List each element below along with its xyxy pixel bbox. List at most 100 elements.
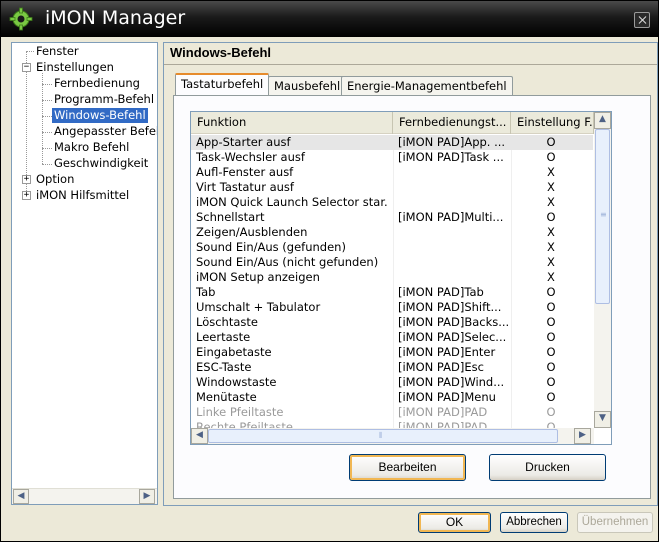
tree-item-option[interactable]: Option bbox=[36, 172, 74, 187]
tree-guide-line bbox=[26, 51, 34, 52]
scroll-thumb[interactable]: ⦀ bbox=[208, 429, 558, 443]
list-item[interactable]: Virt Tastatur ausf X bbox=[191, 180, 593, 195]
command-listview[interactable]: Funktion Fernbedienungst... Einstellung … bbox=[190, 111, 612, 445]
einstellung-cell: O bbox=[546, 150, 556, 164]
gear-app-icon bbox=[9, 7, 33, 31]
list-vertical-scrollbar[interactable]: ▲ ≡ ▼ bbox=[594, 112, 611, 428]
tree-guide-line bbox=[42, 164, 52, 165]
column-header-fernbedienungstaste[interactable]: Fernbedienungst... bbox=[393, 112, 511, 134]
funktion-cell: Task-Wechsler ausf bbox=[196, 150, 305, 164]
tree-guide-line bbox=[42, 132, 52, 133]
funktion-cell: ESC-Taste bbox=[196, 360, 252, 374]
list-item[interactable]: Aufl-Fenster ausf X bbox=[191, 165, 593, 180]
fernbedienungstaste-cell: [iMON PAD]Multi... bbox=[398, 210, 504, 224]
expand-icon[interactable]: + bbox=[22, 175, 31, 184]
grip-icon: ≡ bbox=[600, 210, 607, 219]
tree-item-imon-hilfsmittel[interactable]: iMON Hilfsmittel bbox=[36, 188, 129, 203]
tree-item-geschwindigkeit[interactable]: Geschwindigkeit bbox=[54, 156, 148, 171]
list-item[interactable]: Eingabetaste [iMON PAD]Enter O bbox=[191, 345, 593, 360]
fernbedienungstaste-cell bbox=[398, 240, 508, 255]
tree-guide-line bbox=[42, 116, 52, 117]
windows-befehl-panel: Windows-Befehl Tastaturbefehl Mausbefehl… bbox=[163, 42, 658, 506]
fernbedienungstaste-cell: [iMON PAD]Selec... bbox=[398, 330, 507, 344]
tree-guide-line bbox=[42, 100, 52, 101]
funktion-cell: iMON Setup anzeigen bbox=[196, 270, 320, 284]
drucken-button[interactable]: Drucken bbox=[489, 454, 606, 481]
tree-horizontal-scrollbar[interactable]: ◀ ▶ bbox=[12, 488, 157, 504]
einstellung-cell: O bbox=[546, 390, 556, 404]
list-item[interactable]: iMON Quick Launch Selector star... X bbox=[191, 195, 593, 210]
ok-button[interactable]: OK bbox=[418, 512, 491, 533]
list-item[interactable]: Task-Wechsler ausf [iMON PAD]Task ... O bbox=[191, 150, 593, 165]
column-header-funktion[interactable]: Funktion bbox=[191, 112, 393, 134]
list-header: Funktion Fernbedienungst... Einstellung … bbox=[191, 112, 594, 134]
funktion-cell: Aufl-Fenster ausf bbox=[196, 165, 294, 179]
einstellung-cell: X bbox=[547, 255, 555, 269]
einstellung-cell: X bbox=[547, 270, 555, 284]
fernbedienungstaste-cell bbox=[398, 165, 508, 180]
tree-item-einstellungen[interactable]: Einstellungen bbox=[36, 60, 114, 75]
einstellung-cell: O bbox=[546, 285, 556, 299]
fernbedienungstaste-cell: [iMON PAD]Backs... bbox=[398, 315, 508, 329]
list-item[interactable]: iMON Setup anzeigen X bbox=[191, 270, 593, 285]
einstellung-cell: X bbox=[547, 225, 555, 239]
title-bar[interactable]: iMON Manager bbox=[1, 1, 658, 37]
einstellung-cell: O bbox=[546, 375, 556, 389]
list-item[interactable]: Löschtaste [iMON PAD]Backs... O bbox=[191, 315, 593, 330]
einstellung-cell: O bbox=[546, 360, 556, 374]
tree-item-fenster[interactable]: Fenster bbox=[36, 44, 79, 59]
list-horizontal-scrollbar[interactable]: ◀ ⦀ ▶ bbox=[191, 428, 594, 444]
fernbedienungstaste-cell: [iMON PAD]App. ... bbox=[398, 135, 506, 149]
funktion-cell: Virt Tastatur ausf bbox=[196, 180, 294, 194]
fernbedienungstaste-cell bbox=[398, 195, 508, 210]
list-item[interactable]: Windowstaste [iMON PAD]Wind... O bbox=[191, 375, 593, 390]
list-item[interactable]: Leertaste [iMON PAD]Selec... O bbox=[191, 330, 593, 345]
list-item[interactable]: Tab [iMON PAD]Tab O bbox=[191, 285, 593, 300]
tab-tastaturbefehl[interactable]: Tastaturbefehl bbox=[175, 73, 270, 95]
einstellung-cell: O bbox=[546, 330, 556, 344]
tree-item-fernbedienung[interactable]: Fernbedienung bbox=[54, 76, 140, 91]
list-item[interactable]: App-Starter ausf [iMON PAD]App. ... O bbox=[191, 135, 593, 150]
scroll-right-icon[interactable]: ▶ bbox=[139, 489, 155, 504]
funktion-cell: Eingabetaste bbox=[196, 345, 272, 359]
list-item[interactable]: Sound Ein/Aus (gefunden) X bbox=[191, 240, 593, 255]
scroll-right-icon[interactable]: ▶ bbox=[574, 428, 591, 444]
list-item[interactable]: Zeigen/Ausblenden X bbox=[191, 225, 593, 240]
scroll-down-icon[interactable]: ▼ bbox=[594, 411, 611, 428]
list-item[interactable]: Menütaste [iMON PAD]Menu O bbox=[191, 390, 593, 405]
scroll-thumb[interactable]: ≡ bbox=[595, 129, 610, 304]
tab-content: Funktion Fernbedienungst... Einstellung … bbox=[173, 95, 651, 499]
expand-icon[interactable]: + bbox=[22, 191, 31, 200]
einstellung-cell: X bbox=[547, 195, 555, 209]
tree-item-angepasster-befehl[interactable]: Angepasster Befeh bbox=[54, 124, 157, 139]
imon-manager-window: iMON Manager Fenster − Einstellungen Fer… bbox=[0, 0, 659, 542]
scroll-up-icon[interactable]: ▲ bbox=[594, 112, 611, 129]
close-icon[interactable] bbox=[634, 12, 650, 28]
fernbedienungstaste-cell: [iMON PAD]Task ... bbox=[398, 150, 504, 164]
tree-guide-line bbox=[42, 148, 52, 149]
list-item[interactable]: Linke Pfeiltaste [iMON PAD]PAD O bbox=[191, 405, 593, 420]
scroll-left-icon[interactable]: ◀ bbox=[191, 428, 208, 444]
tree-item-programm-befehl[interactable]: Programm-Befehl bbox=[54, 92, 154, 107]
grip-icon: ⦀ bbox=[379, 431, 383, 440]
collapse-icon[interactable]: − bbox=[22, 63, 31, 72]
list-item[interactable]: Schnellstart [iMON PAD]Multi... O bbox=[191, 210, 593, 225]
list-item[interactable]: Umschalt + Tabulator [iMON PAD]Shift... O bbox=[191, 300, 593, 315]
abbrechen-button[interactable]: Abbrechen bbox=[500, 512, 568, 533]
list-item[interactable]: ESC-Taste [iMON PAD]Esc O bbox=[191, 360, 593, 375]
tree-item-makro-befehl[interactable]: Makro Befehl bbox=[54, 140, 129, 155]
scroll-left-icon[interactable]: ◀ bbox=[13, 489, 29, 504]
tab-mausbefehl[interactable]: Mausbefehl bbox=[268, 76, 347, 96]
column-header-einstellung[interactable]: Einstellung F... bbox=[511, 112, 594, 134]
tree-item-windows-befehl[interactable]: Windows-Befehl bbox=[52, 108, 148, 123]
fernbedienungstaste-cell: [iMON PAD]Tab bbox=[398, 285, 484, 299]
bearbeiten-button[interactable]: Bearbeiten bbox=[349, 454, 466, 481]
einstellung-cell: O bbox=[546, 300, 556, 314]
list-item[interactable]: Sound Ein/Aus (nicht gefunden) X bbox=[191, 255, 593, 270]
funktion-cell: iMON Quick Launch Selector star... bbox=[196, 195, 387, 209]
funktion-cell: Sound Ein/Aus (gefunden) bbox=[196, 240, 346, 254]
tab-energie-managementbefehl[interactable]: Energie-Managementbefehl bbox=[341, 76, 513, 96]
fernbedienungstaste-cell: [iMON PAD]Esc bbox=[398, 360, 484, 374]
uebernehmen-button[interactable]: Übernehmen bbox=[577, 512, 653, 533]
funktion-cell: Löschtaste bbox=[196, 315, 258, 329]
